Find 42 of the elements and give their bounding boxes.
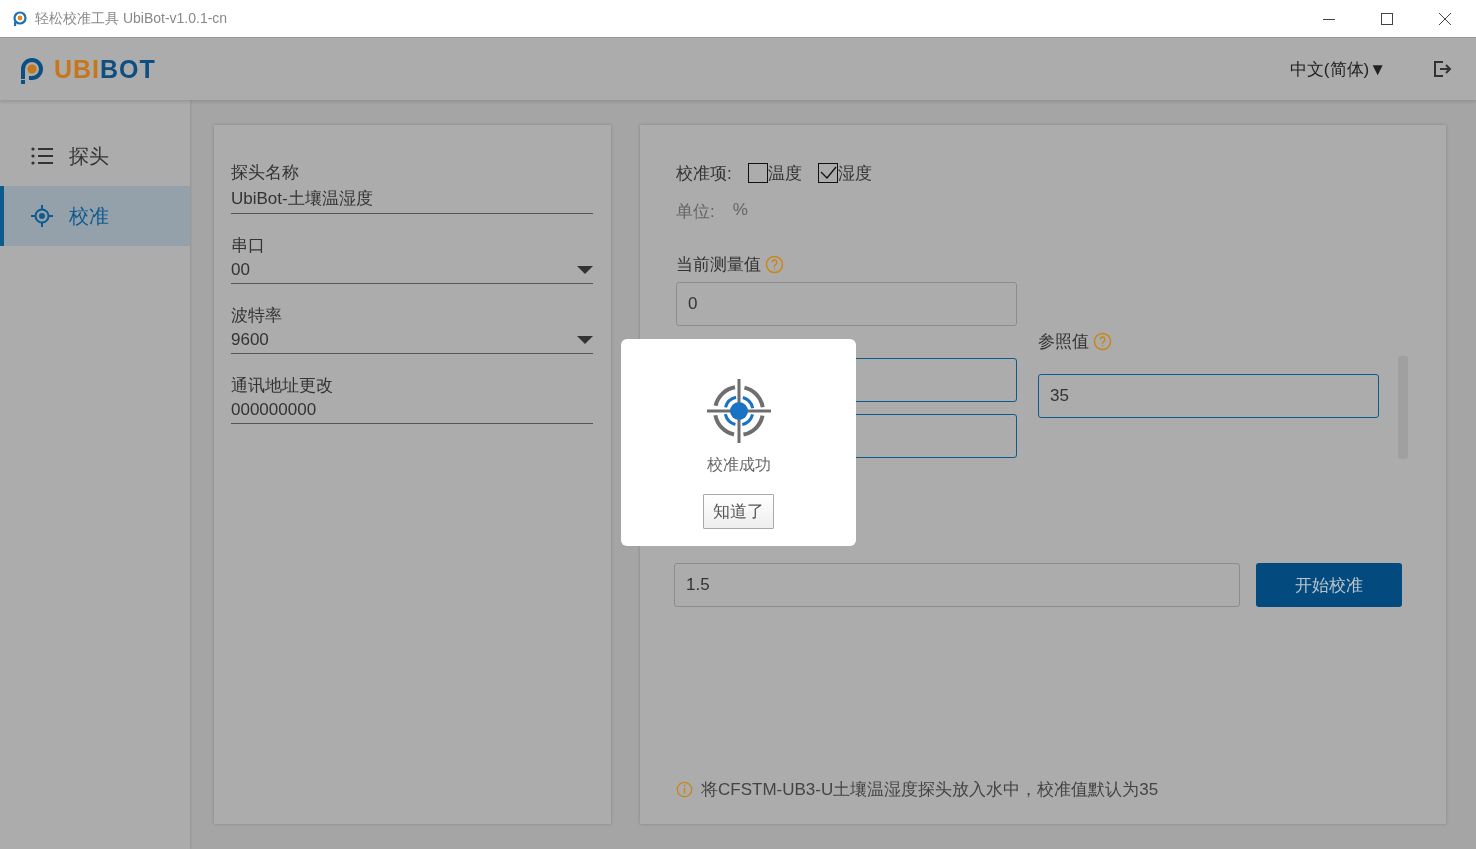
probe-field[interactable]: 通讯地址更改 000000000 (231, 374, 593, 424)
probe-field[interactable]: 串口 00 (231, 234, 593, 284)
field-value: 9600 (231, 330, 269, 350)
note-text: 将CFSTM-UB3-U土壤温湿度探头放入水中，校准值默认为35 (701, 779, 1159, 801)
field-label: 参照值 (1038, 331, 1089, 353)
maximize-icon[interactable] (1381, 12, 1393, 25)
dropdown-arrow-icon[interactable] (577, 266, 593, 274)
list-icon (31, 147, 53, 165)
sidebar-item[interactable]: 探头 (0, 126, 190, 186)
unit-value: % (732, 200, 748, 221)
probe-field[interactable]: 波特率 9600 (231, 304, 593, 354)
field-label: 波特率 (231, 305, 283, 327)
field-label: 当前测量值 (676, 254, 761, 276)
close-icon[interactable] (1439, 12, 1451, 25)
dialog-message: 校准成功 (706, 455, 771, 475)
field-value: 000000000 (231, 400, 317, 420)
checkbox-label: 温度 (767, 162, 802, 185)
crosshair-icon (705, 378, 772, 444)
logo-text: UBIBOT (54, 54, 156, 84)
field-value: UbiBot-土壤温湿度 (231, 188, 373, 210)
ok-button[interactable]: 知道了 (703, 494, 774, 529)
info-icon (676, 781, 693, 798)
checkbox-label: 湿度 (837, 162, 872, 185)
logout-icon[interactable] (1432, 59, 1452, 79)
probe-field[interactable]: 探头名称 UbiBot-土壤温湿度 (231, 161, 593, 214)
field-value: 00 (231, 260, 250, 280)
dropdown-arrow-icon[interactable] (577, 336, 593, 344)
checkbox[interactable] (817, 163, 838, 183)
average-value-field[interactable]: 1.5 (674, 563, 1240, 607)
unit-label: 单位: (676, 201, 715, 223)
current-value-field[interactable]: 0 (676, 282, 1017, 326)
field-label: 探头名称 (231, 162, 300, 184)
app-logo-icon (12, 10, 28, 27)
calibration-items-label: 校准项: (676, 162, 732, 185)
field-label: 通讯地址更改 (231, 375, 334, 397)
start-calibration-button[interactable]: 开始校准 (1256, 563, 1402, 607)
window-title: 轻松校准工具 UbiBot-v1.0.1-cn (35, 9, 228, 28)
crosshair-icon (31, 205, 53, 227)
checkbox[interactable] (747, 163, 768, 183)
reference-value-field[interactable]: 35 (1038, 374, 1379, 418)
field-label: 串口 (231, 235, 266, 257)
language-dropdown[interactable]: 中文(简体)▼ (1289, 57, 1386, 81)
